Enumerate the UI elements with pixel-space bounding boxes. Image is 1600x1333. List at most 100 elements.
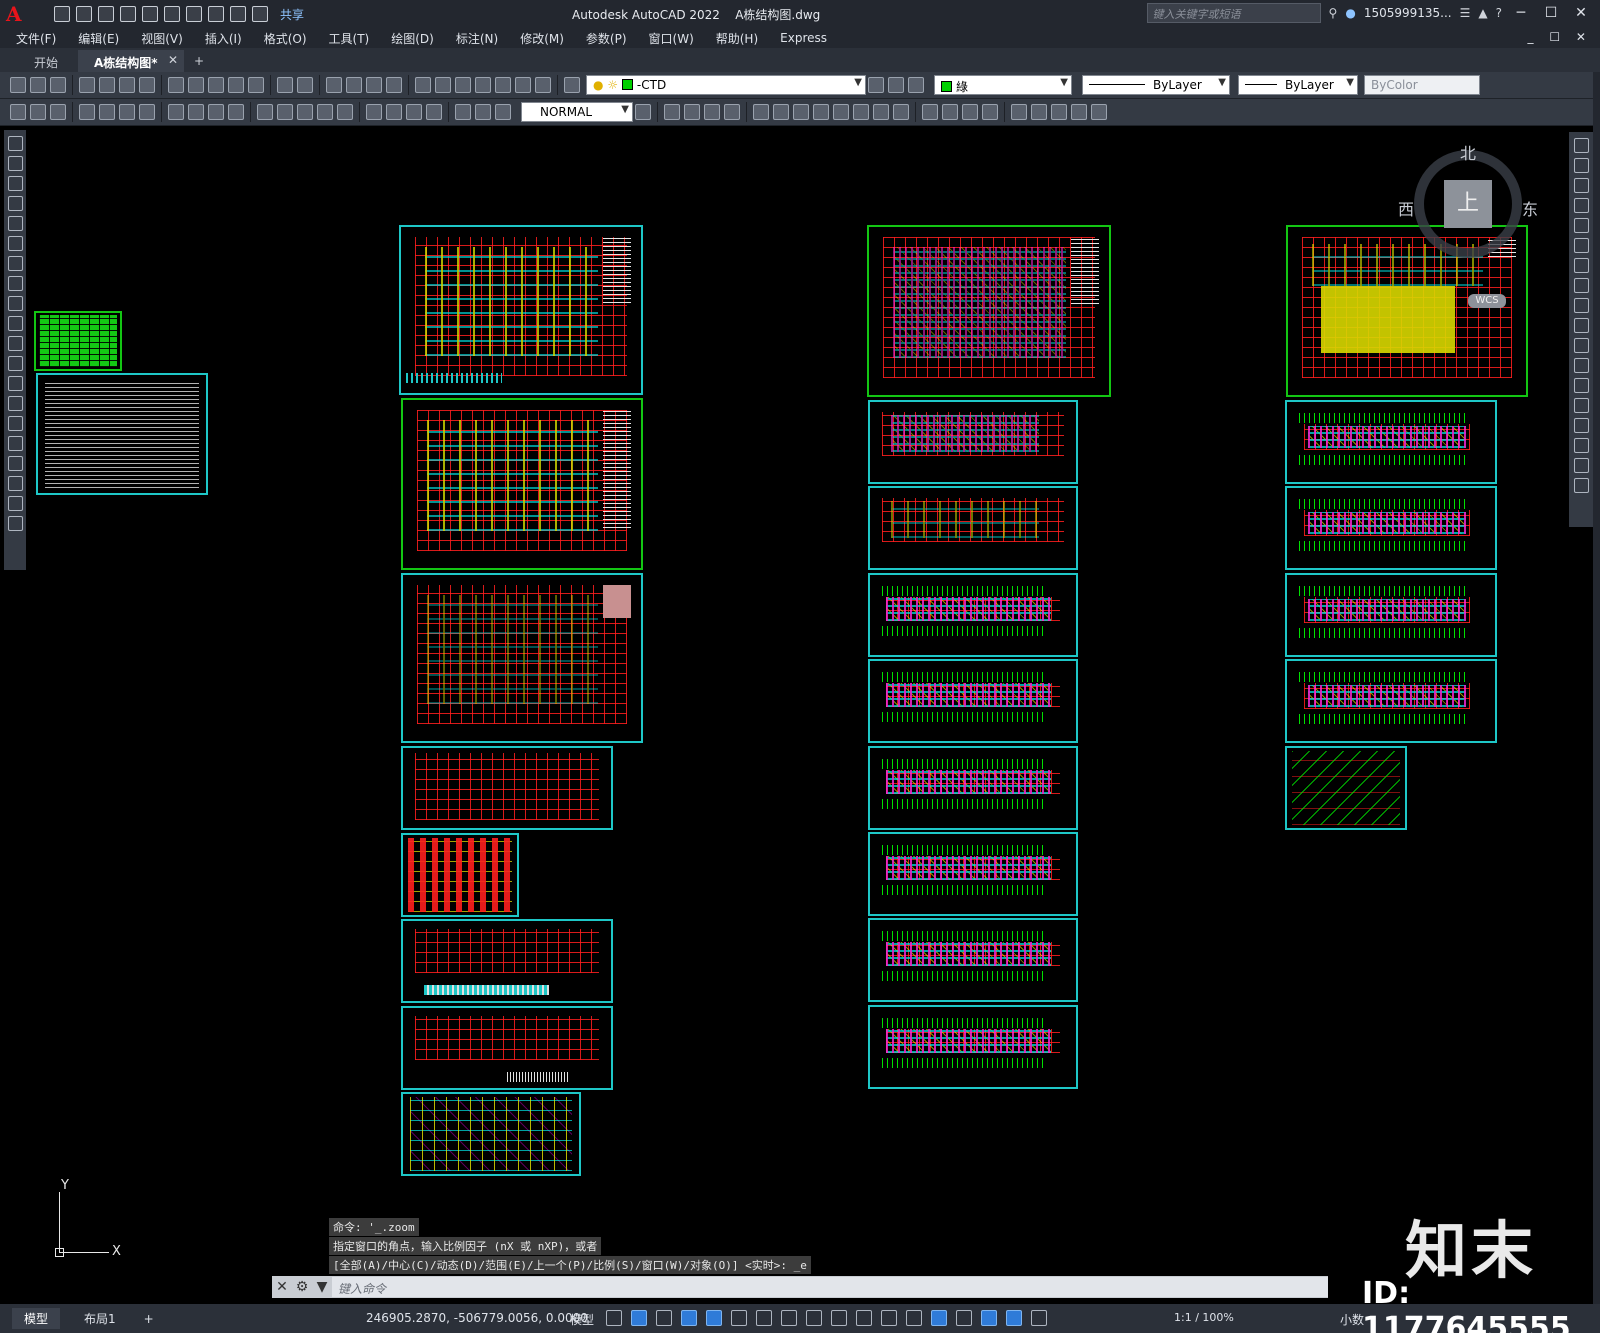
- paste-icon[interactable]: [208, 77, 224, 93]
- array-icon[interactable]: [1573, 218, 1589, 233]
- block-editor-icon[interactable]: [248, 77, 264, 93]
- mirror-icon[interactable]: [1573, 178, 1589, 193]
- tab-model[interactable]: 模型: [12, 1308, 61, 1329]
- tab-drawing[interactable]: A栋结构图* ✕: [78, 50, 185, 72]
- drawing-sheet-detail-table[interactable]: [401, 1092, 581, 1176]
- layer-states-icon[interactable]: [908, 77, 924, 93]
- multiline-text-icon[interactable]: [7, 496, 23, 511]
- copy-object-icon[interactable]: [1573, 158, 1589, 173]
- toolbar-icon[interactable]: [942, 104, 958, 120]
- make-block-icon[interactable]: [7, 376, 23, 391]
- model-space-button[interactable]: 模型: [570, 1311, 594, 1328]
- move-icon[interactable]: [1573, 238, 1589, 253]
- drawing-sheet-slab-1[interactable]: [868, 400, 1078, 484]
- tool-palettes-icon[interactable]: [455, 77, 471, 93]
- radius-dimension-icon[interactable]: [168, 104, 184, 120]
- help-icon[interactable]: ?: [1496, 6, 1502, 20]
- toolbar-icon[interactable]: [50, 104, 66, 120]
- cut-icon[interactable]: [168, 77, 184, 93]
- drawing-sheet-floor-7[interactable]: [868, 918, 1078, 1002]
- menu-modify[interactable]: 修改(M): [520, 30, 564, 47]
- ortho-icon[interactable]: [706, 1310, 722, 1326]
- table-icon[interactable]: [7, 476, 23, 491]
- save-icon[interactable]: [98, 6, 114, 22]
- annotation-scale[interactable]: 1:1 / 100%: [1174, 1311, 1234, 1324]
- revision-cloud-icon[interactable]: [7, 276, 23, 291]
- scale-icon[interactable]: [1573, 278, 1589, 293]
- publish-icon[interactable]: [119, 77, 135, 93]
- help-search-input[interactable]: 键入关键字或短语: [1146, 3, 1321, 23]
- user-icon[interactable]: ●: [1345, 6, 1355, 20]
- viewcube-north-label[interactable]: 北: [1460, 140, 1476, 164]
- rotate-icon[interactable]: [1573, 258, 1589, 273]
- save-as-icon[interactable]: [120, 6, 136, 22]
- undo-icon[interactable]: [277, 77, 293, 93]
- menu-window[interactable]: 窗口(W): [649, 30, 694, 47]
- text-style-dropdown[interactable]: NORMAL ▼: [521, 102, 633, 122]
- dimension-update-icon[interactable]: [495, 104, 511, 120]
- toolbar-icon[interactable]: [753, 104, 769, 120]
- drawing-sheet-general-notes[interactable]: [36, 373, 208, 495]
- plot-preview-icon[interactable]: [99, 77, 115, 93]
- close-button[interactable]: ✕: [1570, 5, 1592, 21]
- color-dropdown[interactable]: 綠 ▼: [934, 75, 1072, 95]
- drawing-sheet-floor-3[interactable]: [868, 573, 1078, 657]
- insert-block-icon[interactable]: [7, 356, 23, 371]
- gradient-icon[interactable]: [7, 436, 23, 451]
- construction-line-icon[interactable]: [7, 156, 23, 171]
- save-web-icon[interactable]: [164, 6, 180, 22]
- redo-icon[interactable]: [230, 6, 246, 22]
- infer-constraints-icon[interactable]: [656, 1310, 672, 1326]
- toolbar-icon[interactable]: [893, 104, 909, 120]
- grid-icon[interactable]: [606, 1310, 622, 1326]
- toolbar-icon[interactable]: [30, 104, 46, 120]
- aligned-dimension-icon[interactable]: [99, 104, 115, 120]
- stretch-icon[interactable]: [1573, 298, 1589, 313]
- toolbar-icon[interactable]: [684, 104, 700, 120]
- arc-length-icon[interactable]: [119, 104, 135, 120]
- object-snap-tracking-icon[interactable]: [781, 1310, 797, 1326]
- cart-icon[interactable]: ☰: [1460, 6, 1471, 20]
- match-properties-icon[interactable]: [228, 77, 244, 93]
- gizmo-icon[interactable]: [981, 1310, 997, 1326]
- extend-icon[interactable]: [1573, 338, 1589, 353]
- toolbar-icon[interactable]: [773, 104, 789, 120]
- auto-scale-icon[interactable]: [1031, 1310, 1047, 1326]
- autodesk-app-icon[interactable]: ▲: [1478, 6, 1487, 20]
- jogged-linear-icon[interactable]: [426, 104, 442, 120]
- new-file-icon[interactable]: [54, 6, 70, 22]
- markup-icon[interactable]: [495, 77, 511, 93]
- tab-layout1[interactable]: 布局1: [72, 1308, 128, 1329]
- plotstyle-dropdown[interactable]: ByColor: [1364, 75, 1480, 95]
- drawing-sheet-floor-4[interactable]: [868, 659, 1078, 743]
- selection-filter-icon[interactable]: [956, 1310, 972, 1326]
- lineweight-dropdown[interactable]: ByLayer ▼: [1238, 75, 1358, 95]
- toolbar-icon[interactable]: [833, 104, 849, 120]
- continue-icon[interactable]: [297, 104, 313, 120]
- toolbar-icon[interactable]: [793, 104, 809, 120]
- diameter-icon[interactable]: [208, 104, 224, 120]
- command-input[interactable]: 键入命令: [332, 1277, 1328, 1297]
- linear-dimension-icon[interactable]: [79, 104, 95, 120]
- help-icon[interactable]: [535, 77, 551, 93]
- chamfer-icon[interactable]: [1573, 418, 1589, 433]
- menu-format[interactable]: 格式(O): [264, 30, 307, 47]
- dimension-space-icon[interactable]: [317, 104, 333, 120]
- add-selected-icon[interactable]: [7, 516, 23, 531]
- ordinate-icon[interactable]: [139, 104, 155, 120]
- inspection-icon[interactable]: [406, 104, 422, 120]
- menu-insert[interactable]: 插入(I): [205, 30, 242, 47]
- plot-icon[interactable]: [79, 77, 95, 93]
- lineweight-icon[interactable]: [831, 1310, 847, 1326]
- quickcalc-icon[interactable]: [515, 77, 531, 93]
- 3d-dwf-icon[interactable]: [139, 77, 155, 93]
- search-icon[interactable]: ⚲: [1329, 6, 1338, 20]
- cursor-coordinates[interactable]: 246905.2870, -506779.0056, 0.0000: [366, 1311, 588, 1325]
- menu-edit[interactable]: 编辑(E): [78, 30, 119, 47]
- toolbar-icon[interactable]: [982, 104, 998, 120]
- selection-cycling-icon[interactable]: [881, 1310, 897, 1326]
- make-current-layer-icon[interactable]: [868, 77, 884, 93]
- new-layout-button[interactable]: +: [140, 1310, 158, 1328]
- sheet-set-icon[interactable]: [475, 77, 491, 93]
- join-icon[interactable]: [1573, 398, 1589, 413]
